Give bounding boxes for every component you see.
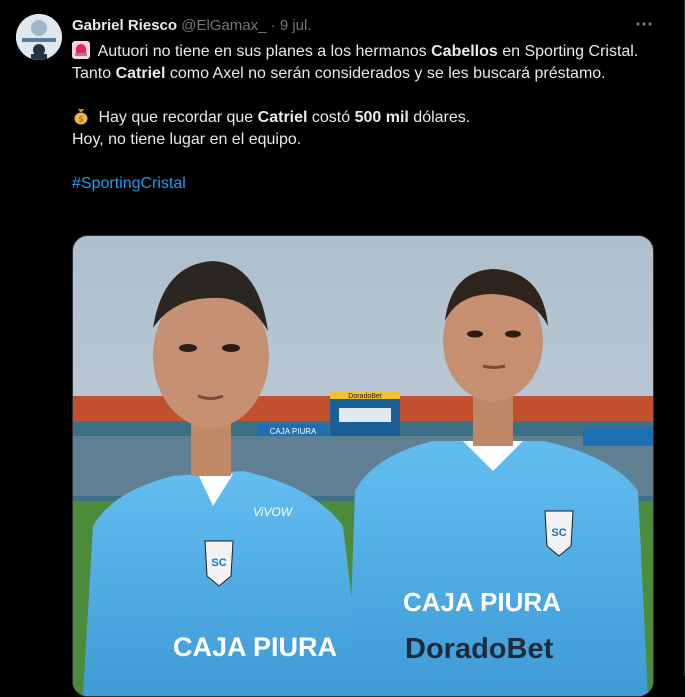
shirt-sponsor-right: CAJA PIURA — [403, 587, 561, 617]
tweet-date[interactable]: 9 jul. — [280, 17, 312, 34]
tweet-line-4: Hoy, no tiene lugar en el equipo. — [72, 131, 302, 148]
tweet-line-2: Tanto Catriel como Axel no serán conside… — [72, 65, 606, 82]
scoreboard-brand: DoradoBet — [348, 393, 382, 400]
tweet-header: Gabriel Riesco @ElGamax_ · 9 jul. — [72, 16, 312, 36]
tweet-line-3: $ Hay que recordar que Catriel costó 500… — [72, 107, 672, 129]
tweet-line-1: Autuori no tiene en sus planes a los her… — [72, 41, 672, 63]
stadium-banner-text: CAJA PIURA — [270, 427, 317, 436]
crest-left: SC — [211, 557, 226, 569]
shirt-brand-left: ViVOW — [253, 505, 294, 519]
author-avatar[interactable] — [16, 14, 62, 60]
hashtag-link[interactable]: #SportingCristal — [72, 175, 186, 192]
tweet-card[interactable]: Gabriel Riesco @ElGamax_ · 9 jul. Autuor… — [0, 0, 685, 697]
money-bag-icon: $ — [72, 107, 90, 125]
date-separator: · — [270, 17, 276, 34]
author-handle[interactable]: @ElGamax_ — [181, 17, 266, 34]
svg-text:$: $ — [78, 115, 83, 124]
shirt-bet-right: DoradoBet — [405, 633, 554, 665]
crest-right: SC — [551, 527, 566, 539]
tweet-text: Autuori no tiene en sus planes a los her… — [72, 41, 672, 195]
tweet-media-image[interactable]: DoradoBet CAJA PIURA SC ViVOW CAJA PIURA — [72, 235, 654, 697]
more-options-icon[interactable] — [632, 14, 656, 38]
author-name[interactable]: Gabriel Riesco — [72, 17, 177, 34]
police-light-icon — [72, 41, 90, 59]
shirt-sponsor-left: CAJA PIURA — [173, 632, 337, 662]
